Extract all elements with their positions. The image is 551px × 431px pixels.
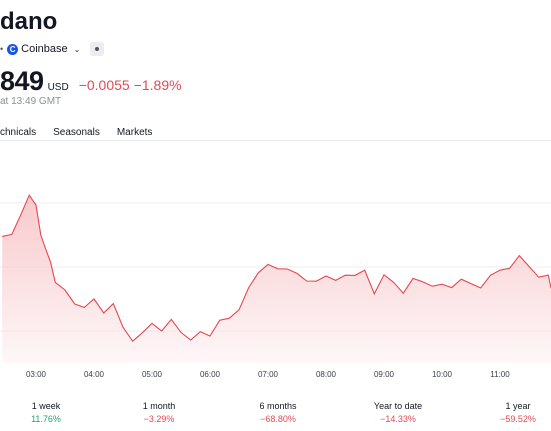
x-tick-label: 03:00	[26, 370, 47, 379]
x-tick-label: 10:00	[432, 370, 453, 379]
dot-icon	[95, 47, 100, 51]
tab-divider	[0, 140, 551, 141]
performance-item[interactable]: 1 week 11.76%	[6, 401, 86, 424]
performance-value: −59.52%	[500, 414, 536, 424]
x-tick-label: 05:00	[142, 370, 163, 379]
performance-item[interactable]: 6 months −68.80%	[238, 401, 318, 424]
price-row: 849 USD −0.0055 −1.89%	[0, 66, 182, 97]
tab-seasonals[interactable]: Seasonals	[53, 127, 100, 138]
performance-value: 11.76%	[31, 414, 61, 424]
chart-area-fill	[2, 195, 551, 363]
price-currency: USD	[47, 82, 69, 93]
exchange-row: • C Coinbase ⌄	[0, 41, 105, 57]
tab-technicals[interactable]: chnicals	[0, 127, 36, 138]
performance-value: −68.80%	[260, 414, 296, 424]
performance-label: 6 months	[259, 401, 297, 411]
chevron-down-icon: ⌄	[73, 44, 81, 54]
performance-item[interactable]: 1 year −59.52%	[478, 401, 551, 424]
performance-label: Year to date	[373, 401, 423, 411]
performance-label: 1 month	[142, 401, 176, 411]
x-tick-label: 11:00	[490, 370, 510, 379]
price-change-percent: −1.89%	[133, 77, 182, 93]
price-value: 849	[0, 66, 44, 96]
performance-item[interactable]: 1 month −3.29%	[119, 401, 199, 424]
price-chart[interactable]: 03:00 04:00 05:00 06:00 07:00 08:00 09:00 10:00…	[0, 145, 551, 385]
coinbase-logo-icon: C	[7, 43, 19, 55]
performance-value: −3.29%	[143, 414, 175, 424]
chevron-right-icon: •	[0, 44, 4, 54]
performance-label: 1 week	[31, 401, 61, 411]
x-tick-label: 07:00	[258, 370, 279, 379]
x-axis: 03:00 04:00 05:00 06:00 07:00 08:00 09:00 10:00…	[26, 370, 510, 379]
x-tick-label: 09:00	[374, 370, 395, 379]
page-title: dano	[0, 8, 58, 35]
last-updated: at 13:49 GMT	[0, 96, 62, 107]
x-tick-label: 04:00	[84, 370, 105, 379]
tab-markets[interactable]: Markets	[117, 127, 153, 138]
exchange-name: Coinbase	[21, 43, 68, 55]
performance-label: 1 year	[505, 401, 531, 411]
performance-value: −14.33%	[380, 414, 416, 424]
tab-bar: chnicals Seasonals Markets	[0, 127, 152, 138]
x-tick-label: 06:00	[200, 370, 221, 379]
x-tick-label: 08:00	[316, 370, 337, 379]
exchange-selector[interactable]: C Coinbase ⌄	[7, 43, 80, 55]
performance-item[interactable]: Year to date −14.33%	[358, 401, 438, 424]
price-change: −0.0055	[78, 77, 130, 93]
more-button[interactable]	[90, 42, 105, 56]
